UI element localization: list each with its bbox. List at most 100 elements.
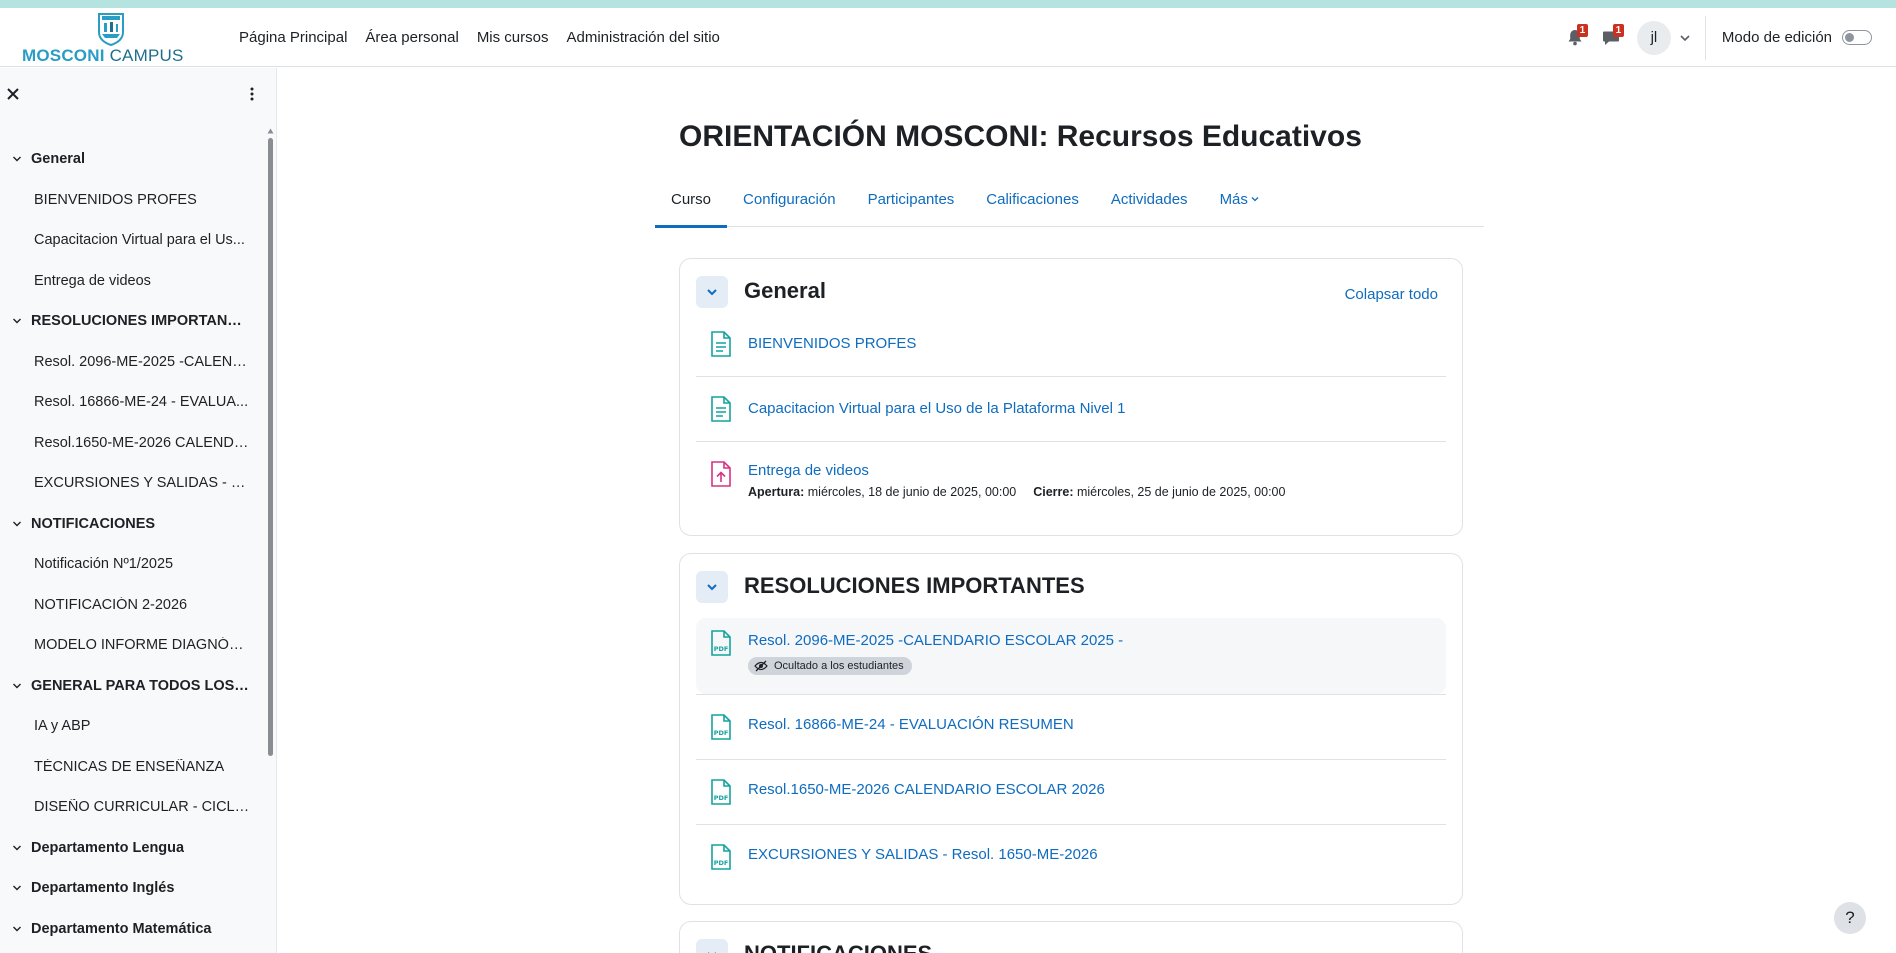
course-index-label: Capacitacion Virtual para el Us... bbox=[34, 232, 245, 249]
primary-navigation: Página Principal Área personal Mis curso… bbox=[230, 8, 729, 67]
course-index-label: Entrega de videos bbox=[34, 272, 151, 289]
course-index-activity[interactable]: EXCURSIONES Y SALIDAS - Res... bbox=[0, 463, 262, 504]
tab-more-label: Más bbox=[1219, 190, 1248, 208]
messages-button[interactable]: 1 bbox=[1593, 20, 1629, 56]
course-index-label: Departamento Lengua bbox=[31, 839, 185, 856]
course-index-label: BIENVENIDOS PROFES bbox=[34, 191, 197, 208]
course-index-section[interactable]: Departamento Lengua bbox=[0, 828, 262, 869]
help-button[interactable]: ? bbox=[1834, 902, 1866, 934]
course-index-activity[interactable]: TÉCNICAS DE ENSEÑANZA bbox=[0, 747, 262, 788]
drawer-scroll-thumb[interactable] bbox=[268, 138, 273, 756]
nav-dashboard-link[interactable]: Área personal bbox=[356, 29, 467, 46]
activity-link[interactable]: Capacitacion Virtual para el Uso de la P… bbox=[748, 400, 1125, 417]
course-index-section[interactable]: Departamento Inglés bbox=[0, 868, 262, 909]
course-index-activity[interactable]: BIENVENIDOS PROFES bbox=[0, 180, 262, 221]
course-index-activity[interactable]: Entrega de videos bbox=[0, 261, 262, 302]
course-index-activity[interactable]: Resol. 16866-ME-24 - EVALUA... bbox=[0, 382, 262, 423]
chevron-down-icon[interactable] bbox=[12, 681, 22, 691]
chevron-down-icon bbox=[1680, 34, 1690, 41]
course-index-activity[interactable]: IA y ABP bbox=[0, 706, 262, 747]
chevron-down-icon[interactable] bbox=[12, 316, 22, 326]
activity-row: PDF Resol.1650-ME-2026 CALENDARIO ESCOLA… bbox=[696, 760, 1446, 825]
chevron-down-icon bbox=[708, 952, 716, 953]
section-collapse-button[interactable] bbox=[696, 939, 728, 953]
chevron-down-icon bbox=[707, 289, 717, 296]
top-accent-strip bbox=[0, 0, 1896, 8]
chevron-down-icon[interactable] bbox=[12, 843, 22, 853]
eye-slash-icon bbox=[754, 660, 768, 672]
course-index-section[interactable]: GENERAL PARA TODOS LOS ... bbox=[0, 666, 262, 707]
course-index-activity[interactable]: DISEÑO CURRICULAR - CICLO ... bbox=[0, 787, 262, 828]
course-index-label: Departamento Inglés bbox=[31, 880, 175, 897]
brand-name-strong: MOSCONI bbox=[22, 46, 105, 65]
edit-mode-control: Modo de edición bbox=[1722, 29, 1872, 46]
activity-row: Capacitacion Virtual para el Uso de la P… bbox=[696, 377, 1446, 442]
tab-participants[interactable]: Participantes bbox=[852, 171, 971, 227]
notifications-count-badge: 1 bbox=[1576, 23, 1588, 37]
course-index-list: General BIENVENIDOS PROFES Capacitacion Vi… bbox=[0, 139, 262, 949]
section-general: General Colapsar todo BIENVENIDOS PROFES… bbox=[679, 258, 1463, 536]
course-index-section[interactable]: RESOLUCIONES IMPORTANTES bbox=[0, 301, 262, 342]
course-index-label: EXCURSIONES Y SALIDAS - Res... bbox=[34, 475, 252, 492]
course-index-activity[interactable]: Resol.1650-ME-2026 CALENDA... bbox=[0, 423, 262, 464]
activity-link[interactable]: EXCURSIONES Y SALIDAS - Resol. 1650-ME-2… bbox=[748, 846, 1098, 863]
drawer-scrollbar[interactable] bbox=[266, 124, 274, 953]
close-icon[interactable] bbox=[6, 87, 20, 101]
edit-mode-toggle[interactable] bbox=[1842, 30, 1872, 45]
course-index-section[interactable]: General bbox=[0, 139, 262, 180]
course-index-label: NOTIFICACIÓN 2-2026 bbox=[34, 596, 188, 613]
course-index-section[interactable]: NOTIFICACIONES bbox=[0, 504, 262, 545]
course-index-drawer: General BIENVENIDOS PROFES Capacitacion Vi… bbox=[0, 68, 277, 953]
nav-site-admin-link[interactable]: Administración del sitio bbox=[558, 29, 729, 46]
toggle-knob bbox=[1845, 33, 1854, 42]
activity-link[interactable]: Resol. 16866-ME-24 - EVALUACIÓN RESUMEN bbox=[748, 716, 1074, 733]
course-index-activity[interactable]: Resol. 2096-ME-2025 -CALEND... bbox=[0, 342, 262, 383]
main-content: ORIENTACIÓN MOSCONI: Recursos Educativos… bbox=[278, 68, 1896, 953]
section-collapse-button[interactable] bbox=[696, 276, 728, 308]
section-notificaciones: NOTIFICACIONES bbox=[679, 921, 1463, 953]
activity-link[interactable]: BIENVENIDOS PROFES bbox=[748, 335, 916, 352]
tab-settings[interactable]: Configuración bbox=[727, 171, 852, 227]
section-collapse-button[interactable] bbox=[696, 571, 728, 603]
section-title: RESOLUCIONES IMPORTANTES bbox=[744, 573, 1085, 598]
course-index-section[interactable]: Departamento Matemática bbox=[0, 909, 262, 950]
course-index-label: MODELO INFORME DIAGNÓST... bbox=[34, 637, 252, 654]
brand-name: MOSCONI CAMPUS bbox=[22, 46, 184, 66]
tab-course[interactable]: Curso bbox=[655, 171, 728, 228]
activity-dates: Apertura: miércoles, 18 de junio de 2025… bbox=[748, 485, 1285, 499]
course-index-label: DISEÑO CURRICULAR - CICLO ... bbox=[34, 799, 252, 816]
course-index-activity[interactable]: NOTIFICACIÓN 2-2026 bbox=[0, 585, 262, 626]
chevron-down-icon[interactable] bbox=[12, 519, 22, 529]
course-index-label: TÉCNICAS DE ENSEÑANZA bbox=[34, 758, 225, 775]
chevron-down-icon[interactable] bbox=[12, 154, 22, 164]
course-index-label: GENERAL PARA TODOS LOS ... bbox=[31, 677, 249, 694]
course-index-activity[interactable]: MODELO INFORME DIAGNÓST... bbox=[0, 625, 262, 666]
more-vertical-icon[interactable] bbox=[248, 86, 256, 102]
notifications-button[interactable]: 1 bbox=[1557, 20, 1593, 56]
svg-text:PDF: PDF bbox=[714, 729, 729, 737]
tab-grades[interactable]: Calificaciones bbox=[970, 171, 1095, 227]
user-menu-toggle[interactable]: jl bbox=[1636, 20, 1691, 55]
svg-text:PDF: PDF bbox=[714, 645, 729, 653]
course-index-activity[interactable]: Capacitacion Virtual para el Us... bbox=[0, 220, 262, 261]
nav-my-courses-link[interactable]: Mis cursos bbox=[468, 29, 558, 46]
activity-link[interactable]: Resol. 2096-ME-2025 -CALENDARIO ESCOLAR … bbox=[748, 632, 1123, 649]
collapse-all-link[interactable]: Colapsar todo bbox=[1345, 286, 1438, 303]
chevron-down-icon[interactable] bbox=[12, 924, 22, 934]
chevron-down-icon bbox=[707, 584, 717, 591]
activity-link[interactable]: Entrega de videos bbox=[748, 462, 869, 479]
tab-activities[interactable]: Actividades bbox=[1095, 171, 1204, 227]
activity-row: PDF Resol. 2096-ME-2025 -CALENDARIO ESCO… bbox=[696, 618, 1446, 694]
course-index-label: Notificación Nº1/2025 bbox=[34, 556, 174, 573]
pdf-icon: PDF bbox=[711, 779, 731, 805]
scroll-up-arrow-icon[interactable] bbox=[267, 128, 274, 134]
messages-count-badge: 1 bbox=[1612, 23, 1624, 37]
chevron-down-icon bbox=[1251, 197, 1259, 202]
nav-home-link[interactable]: Página Principal bbox=[230, 29, 356, 46]
course-index-activity[interactable]: Notificación Nº1/2025 bbox=[0, 544, 262, 585]
course-index-label: Resol. 2096-ME-2025 -CALEND... bbox=[34, 353, 252, 370]
chevron-down-icon[interactable] bbox=[12, 883, 22, 893]
site-logo[interactable]: MOSCONI CAMPUS bbox=[20, 10, 195, 65]
activity-link[interactable]: Resol.1650-ME-2026 CALENDARIO ESCOLAR 20… bbox=[748, 781, 1105, 798]
tab-more[interactable]: Más bbox=[1204, 171, 1275, 227]
